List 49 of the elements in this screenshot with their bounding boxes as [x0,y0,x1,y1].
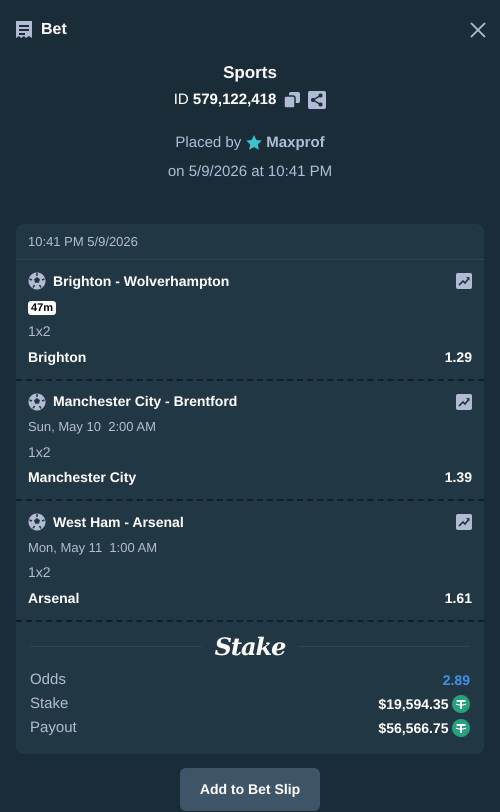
add-to-bet-slip-button[interactable]: Add to Bet Slip [180,768,320,811]
selection-odds: 1.29 [444,348,472,366]
placed-date: on 5/9/2026 at 10:41 PM [168,162,332,182]
trend-chart-icon [456,514,472,530]
bet-id: ID 579,122,418 [174,90,276,110]
close-button[interactable] [470,22,486,38]
selection-name: Manchester City [28,468,136,487]
receipt-icon [14,20,34,40]
summary-label: Odds [30,670,66,690]
soccer-ball-icon [28,513,46,531]
start-time: Mon, May 11 1:00 AM [28,540,158,554]
amount-value: $19,594.35 [378,694,448,714]
live-time-badge: 47m [28,300,56,314]
close-icon [470,22,486,38]
trend-chart-icon [456,273,472,289]
bet-category: Sports [223,62,277,84]
star-icon [244,134,263,152]
stats-button[interactable] [456,273,472,289]
stats-button[interactable] [456,394,472,410]
market-name: 1x2 [28,564,51,580]
summary-label: Stake [30,694,68,714]
selection-name: Arsenal [28,588,80,608]
placed-by-label: Placed by [175,132,242,152]
tether-coin-icon [452,695,470,713]
soccer-ball-icon [28,392,46,410]
stats-button[interactable] [456,514,472,530]
match-name: West Ham - Arsenal [53,512,184,532]
start-time: Sun, May 10 2:00 AM [28,419,156,434]
slip-timestamp: 10:41 PM 5/9/2026 [16,224,484,260]
total-odds: 2.89 [442,670,470,690]
share-button[interactable] [308,91,326,110]
brand-logo: Stake [214,630,286,662]
selection-odds: 1.39 [444,468,472,487]
summary-label: Payout [30,718,77,738]
match-name: Brighton - Wolverhampton [53,272,230,291]
selection-odds: 1.61 [444,588,472,608]
username: Maxprof [266,132,325,152]
tether-coin-icon [452,719,470,737]
selection-name: Brighton [28,348,86,367]
amount-value: $56,566.75 [378,718,448,738]
copy-button[interactable] [283,91,302,110]
match-name: Manchester City - Brentford [53,392,238,411]
trend-chart-icon [456,394,472,410]
market-name: 1x2 [28,323,51,339]
window-title: Bet [41,20,67,40]
share-icon [308,91,326,110]
copy-icon [283,91,302,110]
market-name: 1x2 [28,444,51,460]
soccer-ball-icon [28,272,46,290]
